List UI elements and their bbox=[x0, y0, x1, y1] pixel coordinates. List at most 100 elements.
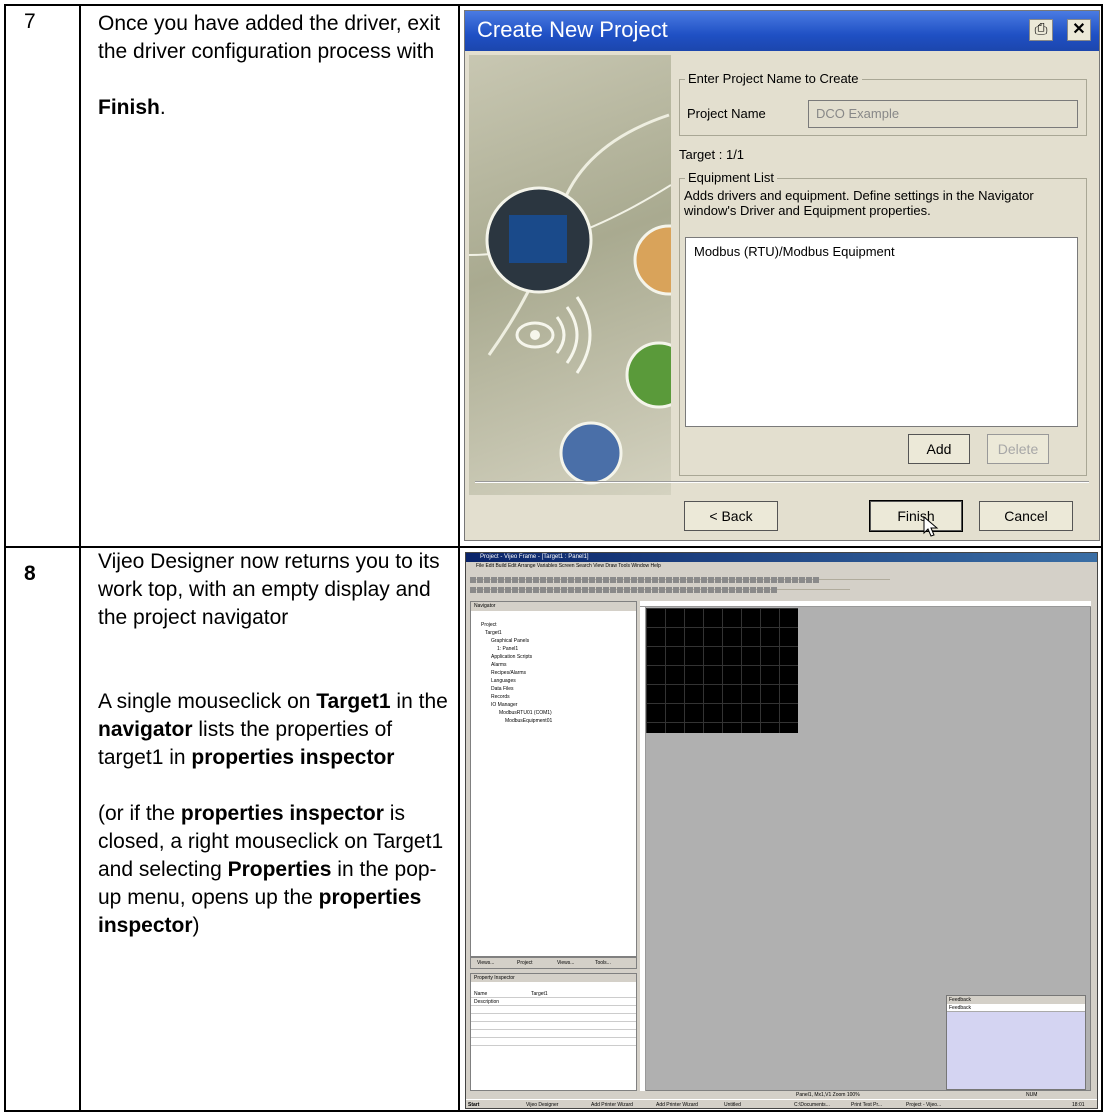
dialog-title-bar: Create New Project ⎙ ✕ bbox=[465, 11, 1099, 51]
plain-text: (or if the bbox=[98, 802, 181, 825]
navigator-tab[interactable]: Project bbox=[517, 960, 533, 966]
taskbar-item[interactable]: Add Printer Wizard bbox=[591, 1102, 633, 1108]
instruction-paragraph-1: Vijeo Designer now returns you to its wo… bbox=[98, 550, 440, 629]
step-number: 8 bbox=[24, 562, 36, 585]
table-border-top bbox=[4, 4, 1103, 6]
printer-icon[interactable]: ⎙ bbox=[1029, 19, 1053, 41]
instruction-table: 7 Once you have added the driver, exit t… bbox=[0, 0, 1107, 1115]
side-illustration bbox=[468, 55, 705, 495]
emphasis-text: navigator bbox=[98, 718, 193, 741]
property-value: Target1 bbox=[531, 991, 548, 997]
feedback-title: Feedback bbox=[947, 996, 1085, 1004]
property-key: Name bbox=[474, 991, 488, 997]
equipment-description: Adds drivers and equipment. Define setti… bbox=[684, 188, 1034, 218]
project-name-field[interactable]: DCO Example bbox=[808, 100, 1078, 128]
add-button[interactable]: Add bbox=[908, 434, 970, 464]
status-bar: Panel1, Mx1,V1 Zoom 100% NUM bbox=[466, 1091, 1097, 1099]
feedback-tab[interactable]: Feedback bbox=[947, 1004, 1085, 1012]
finish-keyword: Finish bbox=[98, 96, 160, 119]
feedback-window: Feedback Feedback bbox=[946, 995, 1086, 1090]
emphasis-text: properties inspector bbox=[180, 802, 384, 825]
navigator-tab[interactable]: Views... bbox=[557, 960, 574, 966]
navigator-tabs: Views... Project Views... Tools... bbox=[470, 957, 637, 969]
toolbar-1 bbox=[470, 570, 890, 583]
illustration-graphic bbox=[468, 113, 705, 485]
emphasis-text: Target1 bbox=[316, 690, 391, 713]
nav-item-modbus-equipment[interactable]: ModbusEquipment01 bbox=[505, 718, 552, 724]
step-instruction: Vijeo Designer now returns you to its wo… bbox=[98, 548, 450, 940]
table-border-bottom bbox=[4, 1110, 1103, 1112]
empty-display-panel[interactable] bbox=[646, 608, 798, 733]
project-group-label: Enter Project Name to Create bbox=[685, 71, 862, 86]
step-number: 7 bbox=[24, 10, 36, 33]
dialog-separator bbox=[475, 481, 1089, 483]
taskbar-item[interactable]: C:\Documents... bbox=[794, 1102, 830, 1108]
instruction-paragraph-3: (or if the properties inspector is close… bbox=[98, 800, 450, 940]
taskbar-item[interactable]: Project - Vijeo... bbox=[906, 1102, 941, 1108]
cancel-button[interactable]: Cancel bbox=[979, 501, 1073, 531]
toolbar-2 bbox=[470, 580, 850, 593]
back-button[interactable]: < Back bbox=[684, 501, 778, 531]
property-key: Description bbox=[474, 999, 500, 1005]
plain-text: in the bbox=[390, 690, 448, 713]
target-label: Target : 1/1 bbox=[679, 147, 745, 162]
app-title-bar: Project - Vijeo Frame - [Target1 : Panel… bbox=[466, 553, 1097, 562]
project-name-label: Project Name bbox=[687, 106, 766, 121]
nav-item-records[interactable]: Records bbox=[491, 694, 510, 700]
instruction-emphasis: Finish. bbox=[98, 94, 448, 122]
project-name-group: Enter Project Name to Create Project Nam… bbox=[679, 71, 1087, 136]
close-icon[interactable]: ✕ bbox=[1067, 19, 1091, 41]
menu-items: File Edit Build Edit Arrange Variables S… bbox=[476, 563, 661, 569]
property-row bbox=[471, 1038, 636, 1046]
navigator-title: Navigator bbox=[471, 602, 636, 611]
instruction-trailing: . bbox=[159, 96, 166, 119]
nav-item-alarms[interactable]: Alarms bbox=[491, 662, 507, 668]
nav-item-panel1[interactable]: 1: Panel1 bbox=[497, 646, 518, 652]
nav-item-data-files[interactable]: Data Files bbox=[491, 686, 514, 692]
nav-item-modbus-driver[interactable]: ModbusRTU01 (COM1) bbox=[499, 710, 552, 716]
equipment-list[interactable]: Modbus (RTU)/Modbus Equipment bbox=[685, 237, 1078, 427]
nav-item-application-scripts[interactable]: Application Scripts bbox=[491, 654, 532, 660]
app-title: Project - Vijeo Frame - [Target1 : Panel… bbox=[480, 554, 589, 560]
column-divider-2 bbox=[458, 4, 460, 1112]
delete-button[interactable]: Delete bbox=[987, 434, 1049, 464]
instruction-text: Once you have added the driver, exit the… bbox=[98, 12, 441, 63]
property-row[interactable]: Name Target1 bbox=[471, 990, 636, 998]
nav-item-target1[interactable]: Target1 bbox=[485, 630, 502, 636]
nav-item-recipes[interactable]: Recipes/Alarms bbox=[491, 670, 526, 676]
equipment-group-label: Equipment List bbox=[685, 170, 777, 185]
step-instruction: Once you have added the driver, exit the… bbox=[98, 10, 448, 122]
navigator-tab[interactable]: Tools... bbox=[595, 960, 611, 966]
property-row bbox=[471, 1014, 636, 1022]
taskbar-item[interactable]: Vijeo Designer bbox=[526, 1102, 558, 1108]
finish-button[interactable]: Finish bbox=[869, 500, 963, 537]
menu-bar: File Edit Build Edit Arrange Variables S… bbox=[466, 562, 1097, 570]
horizontal-ruler bbox=[640, 601, 1091, 607]
taskbar-item[interactable]: Print Test Pr... bbox=[851, 1102, 882, 1108]
plain-text: ) bbox=[192, 914, 200, 937]
vijeo-designer-screenshot: Project - Vijeo Frame - [Target1 : Panel… bbox=[465, 552, 1098, 1109]
taskbar-item[interactable]: Untitled bbox=[724, 1102, 741, 1108]
taskbar-clock: 18:01 bbox=[1072, 1102, 1085, 1108]
emphasis-text: properties inspector bbox=[191, 746, 395, 769]
create-new-project-dialog: Create New Project ⎙ ✕ Enter Project Nam… bbox=[464, 10, 1100, 541]
navigator-tab[interactable]: Views... bbox=[477, 960, 494, 966]
project-navigator: Navigator Project Target1 Graphical Pane… bbox=[470, 601, 637, 957]
column-divider-1 bbox=[79, 4, 81, 1112]
status-num: NUM bbox=[1026, 1092, 1038, 1098]
list-item[interactable]: Modbus (RTU)/Modbus Equipment bbox=[694, 244, 895, 259]
emphasis-text: Properties bbox=[227, 858, 332, 881]
nav-item-project[interactable]: Project bbox=[481, 622, 497, 628]
start-button[interactable]: Start bbox=[468, 1102, 479, 1108]
property-row bbox=[471, 1006, 636, 1014]
status-text: Panel1, Mx1,V1 Zoom 100% bbox=[796, 1092, 860, 1098]
property-row[interactable]: Description bbox=[471, 998, 636, 1006]
property-inspector-title: Property Inspector bbox=[471, 974, 636, 982]
nav-item-graphical-panels[interactable]: Graphical Panels bbox=[491, 638, 529, 644]
instruction-paragraph-2: A single mouseclick on Target1 in the na… bbox=[98, 688, 450, 772]
nav-item-languages[interactable]: Languages bbox=[491, 678, 516, 684]
plain-text: A single mouseclick on bbox=[98, 690, 317, 713]
mouse-cursor-icon bbox=[923, 516, 939, 537]
taskbar-item[interactable]: Add Printer Wizard bbox=[656, 1102, 698, 1108]
nav-item-io-manager[interactable]: IO Manager bbox=[491, 702, 517, 708]
